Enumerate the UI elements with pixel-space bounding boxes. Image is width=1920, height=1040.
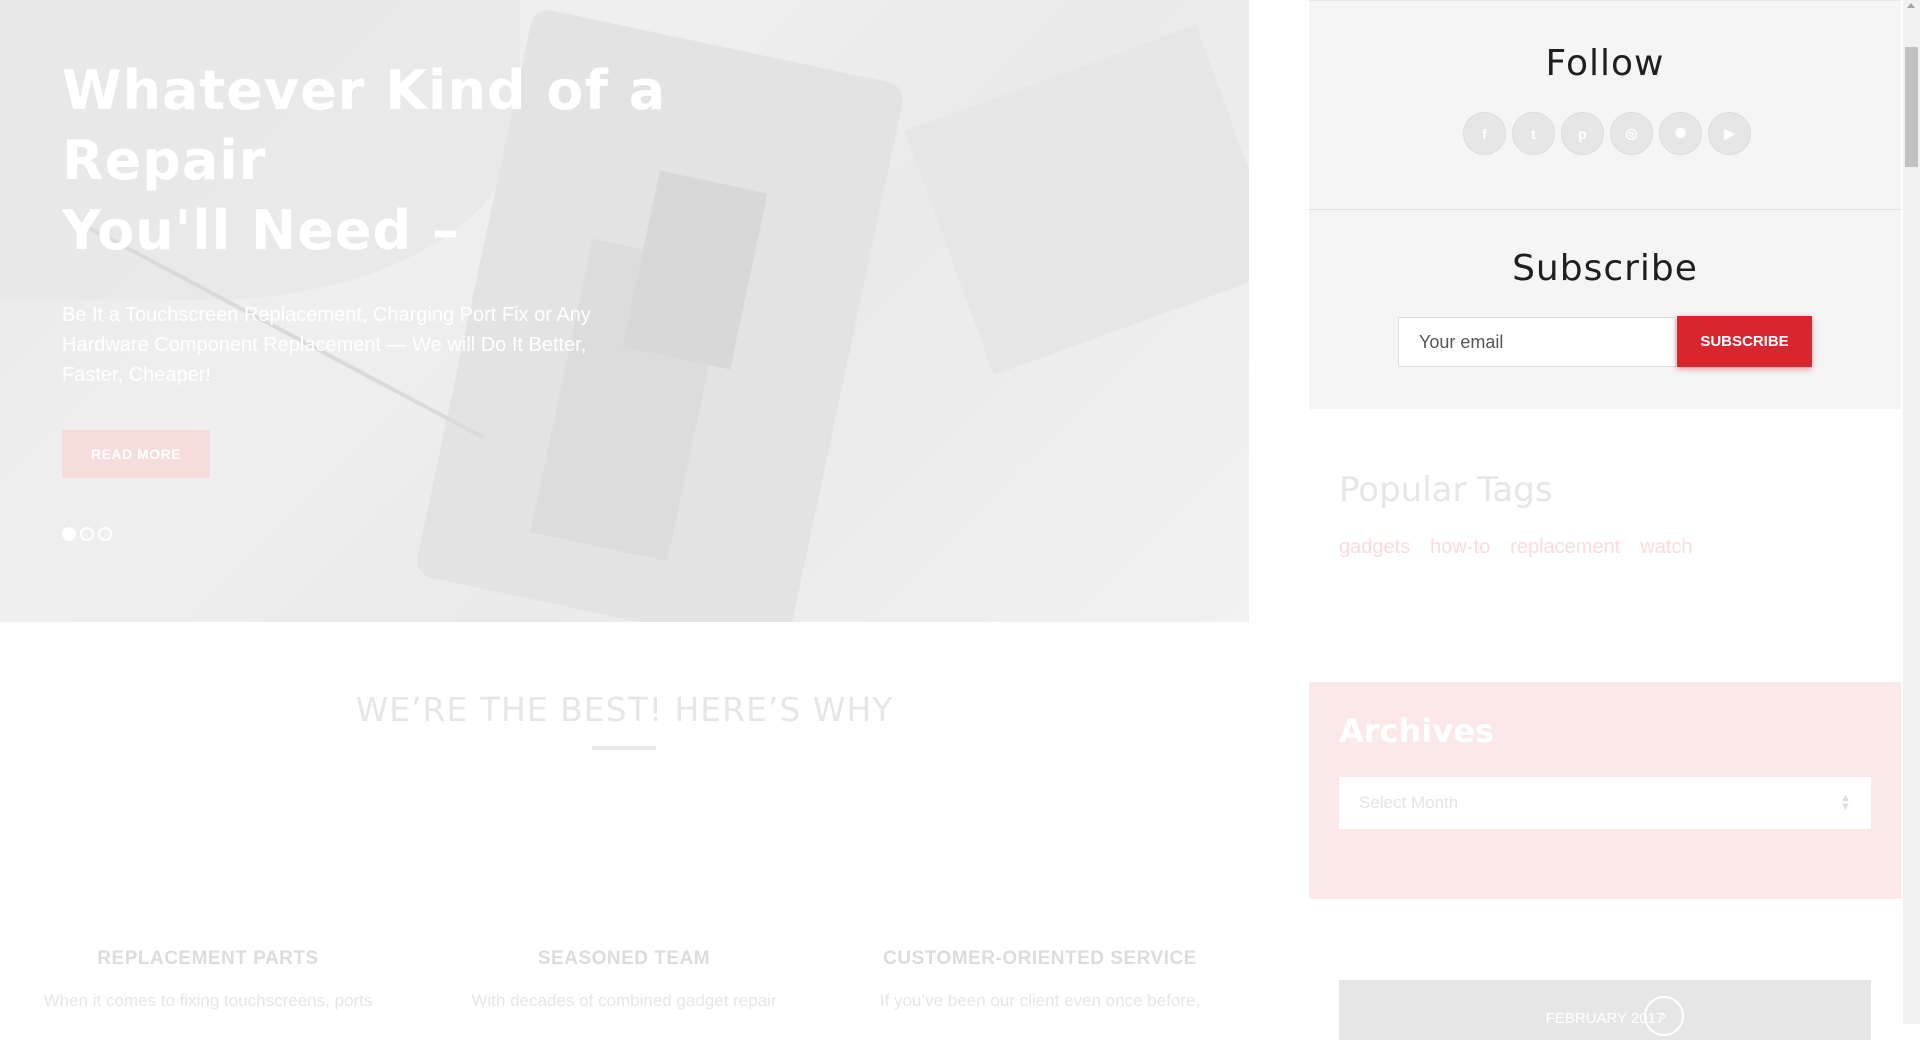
- slider-dot[interactable]: [62, 527, 76, 541]
- slider-dot[interactable]: [80, 527, 94, 541]
- chevron-right-icon[interactable]: ›: [1644, 996, 1684, 1036]
- slider-dot[interactable]: [98, 527, 112, 541]
- instagram-icon[interactable]: ◎: [1610, 112, 1653, 155]
- hero-content: Whatever Kind of a Repair You'll Need – …: [0, 0, 1249, 622]
- tag-link[interactable]: gadgets: [1339, 536, 1410, 559]
- read-more-button[interactable]: READ MORE: [62, 430, 210, 478]
- hero-title-line: You'll Need –: [62, 199, 460, 262]
- section-divider: [592, 746, 656, 750]
- twitter-icon[interactable]: t: [1512, 112, 1555, 155]
- section-heading: WE’RE THE BEST! HERE’S WHY: [355, 690, 894, 729]
- hero-title-line: Whatever Kind of a: [62, 59, 667, 122]
- tag-link[interactable]: watch: [1640, 536, 1692, 559]
- email-field[interactable]: [1398, 317, 1676, 367]
- slider-pagination: [62, 527, 112, 541]
- pinterest-icon[interactable]: p: [1561, 112, 1604, 155]
- hero-description: Be It a Touchscreen Replacement, Chargin…: [62, 304, 591, 386]
- facebook-icon[interactable]: f: [1463, 112, 1506, 155]
- feature-replacement-parts: REPLACEMENT PARTS When it comes to fixin…: [8, 948, 408, 1012]
- subscribe-widget: Subscribe SUBSCRIBE: [1309, 210, 1901, 409]
- feature-text: If you’ve been our client even once befo…: [879, 991, 1201, 1010]
- feature-title: CUSTOMER-ORIENTED SERVICE: [883, 948, 1197, 969]
- hero-title: Whatever Kind of a Repair You'll Need –: [62, 56, 702, 266]
- page-scrollbar[interactable]: [1903, 0, 1920, 1024]
- feature-text: When it comes to fixing touchscreens, po…: [43, 991, 373, 1010]
- calendar-month-label: FEBRUARY 2017: [1545, 1010, 1665, 1027]
- follow-widget: Follow f t p ◎ ✺ ▶: [1309, 0, 1901, 210]
- archives-month-select[interactable]: Select Month ▲ ▼: [1339, 777, 1871, 829]
- feature-seasoned-team: SEASONED TEAM With decades of combined g…: [424, 948, 824, 1012]
- calendar-widget: FEBRUARY 2017 ›: [1339, 980, 1871, 1040]
- popular-tags-title: Popular Tags: [1339, 470, 1553, 510]
- popular-tags-widget: Popular Tags gadgets how-to replacement …: [1309, 470, 1901, 620]
- select-value: Select Month: [1359, 793, 1459, 812]
- scrollbar-thumb[interactable]: [1905, 47, 1918, 167]
- follow-title: Follow: [1545, 43, 1665, 84]
- select-arrows-icon: ▲ ▼: [1840, 792, 1851, 813]
- dribbble-icon[interactable]: ✺: [1659, 112, 1702, 155]
- social-links: f t p ◎ ✺ ▶: [1463, 112, 1751, 155]
- archives-title: Archives: [1339, 712, 1494, 750]
- tag-list: gadgets how-to replacement watch: [1339, 536, 1901, 559]
- feature-customer-service: CUSTOMER-ORIENTED SERVICE If you’ve been…: [840, 948, 1240, 1012]
- feature-title: REPLACEMENT PARTS: [97, 948, 319, 969]
- youtube-icon[interactable]: ▶: [1708, 112, 1751, 155]
- subscribe-title: Subscribe: [1512, 248, 1698, 289]
- subscribe-button[interactable]: SUBSCRIBE: [1677, 316, 1812, 367]
- scroll-up-arrow-icon[interactable]: [1907, 3, 1915, 8]
- hero-title-line: Repair: [62, 129, 267, 192]
- feature-text: With decades of combined gadget repair: [471, 991, 777, 1010]
- tag-link[interactable]: how-to: [1430, 536, 1490, 559]
- hero-slider: Whatever Kind of a Repair You'll Need – …: [0, 0, 1249, 622]
- tag-link[interactable]: replacement: [1510, 536, 1620, 559]
- feature-title: SEASONED TEAM: [537, 948, 711, 969]
- archives-widget: Archives Select Month ▲ ▼: [1309, 682, 1901, 899]
